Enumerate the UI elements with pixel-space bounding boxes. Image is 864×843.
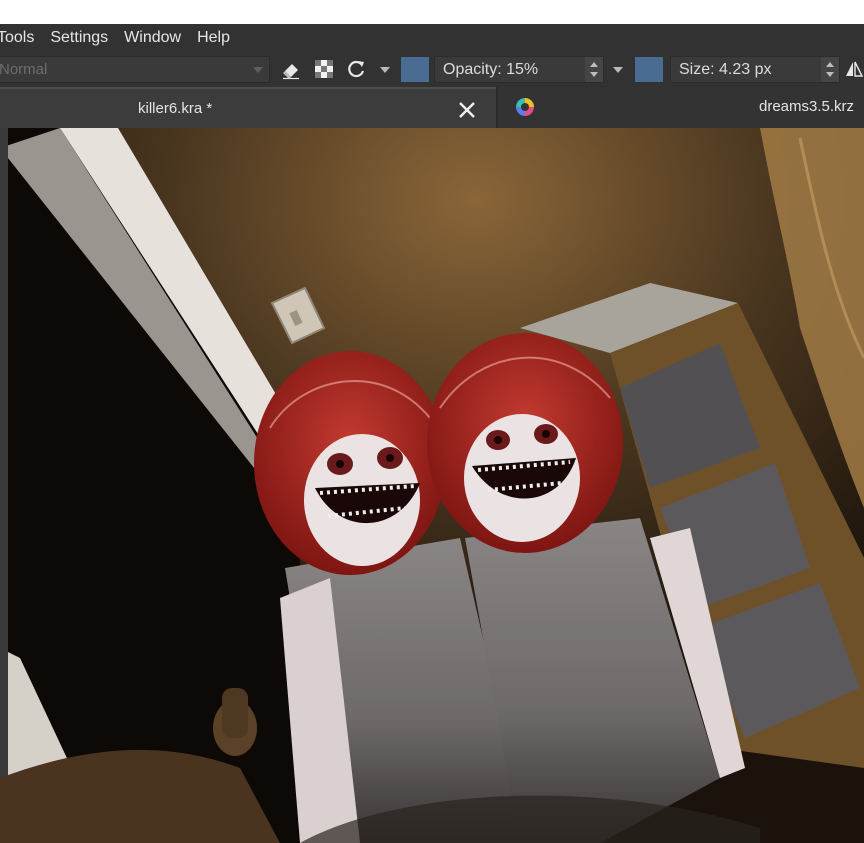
alpha-lock-icon[interactable] xyxy=(313,58,335,80)
background-color-swatch[interactable] xyxy=(635,57,663,82)
tab-dreams[interactable]: dreams3.5.krz xyxy=(498,87,864,128)
brush-toolbar: Normal Opacity: 15% Size: 4.23 px xyxy=(0,52,864,87)
opacity-label: Opacity: 15% xyxy=(443,61,539,78)
blend-mode-value: Normal xyxy=(0,61,48,78)
tab-label: dreams3.5.krz xyxy=(759,98,855,115)
chevron-down-icon xyxy=(253,67,263,73)
blend-mode-select[interactable]: Normal xyxy=(0,56,270,83)
foreground-color-swatch[interactable] xyxy=(401,57,429,82)
menu-help[interactable]: Help xyxy=(197,29,230,47)
close-icon[interactable] xyxy=(455,98,479,122)
menu-tools[interactable]: Tools xyxy=(0,29,34,47)
tab-killer6[interactable]: killer6.kra * xyxy=(0,87,496,128)
krita-app-icon xyxy=(516,98,534,116)
spin-arrows-icon xyxy=(590,62,598,77)
chevron-down-icon[interactable] xyxy=(613,67,623,73)
window-top-strip xyxy=(0,0,864,24)
size-slider[interactable]: Size: 4.23 px xyxy=(670,56,840,83)
chevron-down-icon[interactable] xyxy=(380,67,390,73)
opacity-spin-buttons[interactable] xyxy=(585,57,603,82)
size-spin-buttons[interactable] xyxy=(821,57,839,82)
document-tab-bar: killer6.kra * dreams3.5.krz xyxy=(0,87,864,128)
reload-preset-icon[interactable] xyxy=(345,58,367,80)
opacity-slider[interactable]: Opacity: 15% xyxy=(434,56,604,83)
tab-label: killer6.kra * xyxy=(138,100,213,117)
spin-arrows-icon xyxy=(826,62,834,77)
eraser-icon[interactable] xyxy=(280,58,302,80)
size-label: Size: 4.23 px xyxy=(679,61,772,78)
mirror-icon[interactable] xyxy=(844,58,864,80)
painting-artwork xyxy=(0,128,864,843)
canvas[interactable] xyxy=(0,128,864,843)
menu-settings[interactable]: Settings xyxy=(50,29,108,47)
menu-window[interactable]: Window xyxy=(124,29,181,47)
menu-bar: Tools Settings Window Help xyxy=(0,24,864,52)
